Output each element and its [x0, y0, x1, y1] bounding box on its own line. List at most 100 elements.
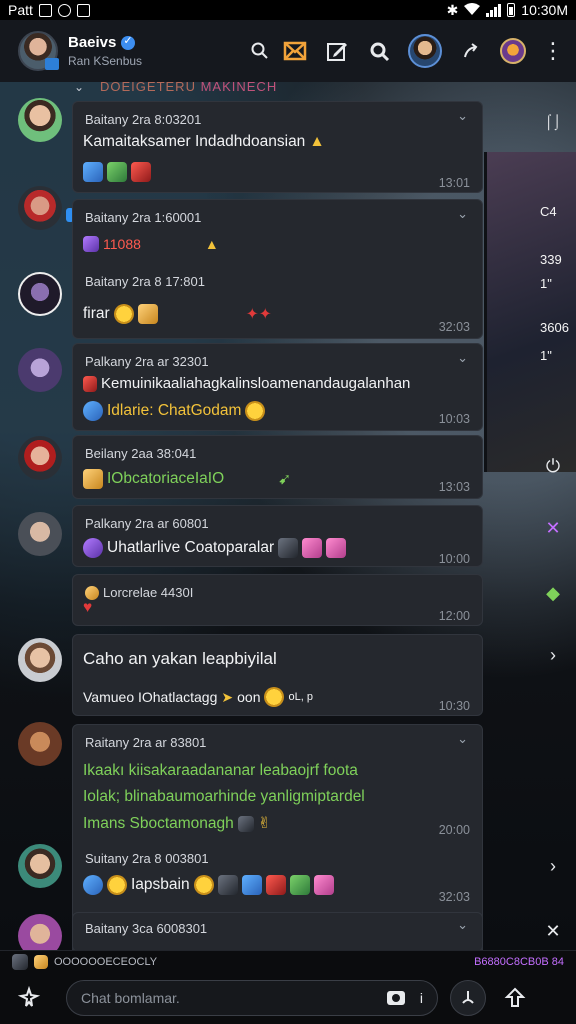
emoji-icon: [264, 687, 285, 707]
message-card[interactable]: Caho an yakan leapbiyilal Vamueo IOhatla…: [72, 634, 483, 716]
message-time: 20:00: [438, 823, 470, 837]
chevron-down-icon[interactable]: ⌄: [457, 206, 468, 222]
shuffle-icon[interactable]: ✕: [542, 517, 564, 539]
message-text: Vamueo IOhatlactagg ➤ oon oL, p: [83, 687, 313, 707]
status-bar: Patt ✱ 10:30M: [0, 0, 576, 20]
panel-label: ⌠⌡: [544, 113, 562, 129]
avatar[interactable]: [18, 272, 62, 316]
user-avatar[interactable]: [408, 34, 442, 68]
chevron-right-icon[interactable]: ›: [542, 855, 564, 877]
banner-text: DOEIGETERU MAKINECH: [100, 82, 277, 94]
avatar[interactable]: [18, 512, 62, 556]
more-options-icon[interactable]: ⋮: [542, 40, 564, 62]
message-text: firar ✦✦: [83, 304, 272, 324]
message-body: Vamueo IOhatlactagg: [83, 689, 218, 705]
settings-icon[interactable]: [366, 38, 392, 64]
coin-icon: [34, 954, 48, 969]
reaction-icon: [237, 815, 254, 832]
avatar[interactable]: [18, 98, 62, 142]
message-time: 12:00: [438, 609, 470, 623]
verified-icon: [121, 34, 136, 50]
sync-icon: [57, 3, 71, 17]
message-time: 13:01: [438, 176, 470, 190]
search-icon[interactable]: [248, 39, 272, 63]
background-monitor: [484, 152, 576, 472]
message-time: 32:03: [438, 320, 470, 334]
avatar[interactable]: [18, 722, 62, 766]
message-text: Iolak; blinabaumoarhinde yanligmiptardel: [83, 788, 365, 805]
message-card[interactable]: Baitany 2ra 8:03201 ⌄ Kamaitaksamer Inda…: [72, 101, 483, 193]
thumbnail-icon: [12, 953, 28, 970]
chevron-right-icon[interactable]: ›: [542, 644, 564, 666]
avatar[interactable]: [18, 844, 62, 888]
game-avatar[interactable]: [500, 38, 526, 64]
info-button[interactable]: i: [420, 990, 423, 1006]
chevron-down-icon[interactable]: ⌄: [457, 350, 468, 366]
avatar[interactable]: [18, 186, 62, 230]
check-icon[interactable]: ◆: [542, 582, 564, 604]
reaction-icon[interactable]: [107, 162, 127, 182]
chevron-down-icon[interactable]: ⌄: [457, 917, 468, 933]
activity-strip: OOOOOOECEOCLY B6880C8CB0B 84: [0, 950, 576, 972]
gem-icon: [302, 538, 323, 558]
message-body: oon: [237, 689, 261, 705]
message-text: ♥: [83, 599, 92, 617]
message-body: Imans Sboctamonagh: [83, 814, 234, 832]
strip-text: OOOOOOECEOCLY: [54, 955, 158, 968]
share-icon[interactable]: [458, 38, 484, 64]
gesture-button[interactable]: [450, 980, 486, 1016]
message-meta-row: Lorcrelae 4430I: [85, 585, 193, 600]
message-meta: Suitany 2ra 8 003801: [85, 851, 209, 866]
chevron-down-icon[interactable]: ⌄: [457, 108, 468, 124]
reaction-icon: [265, 875, 286, 895]
arrow-icon: ➹: [278, 470, 292, 488]
message-text: IObcatoriaceIaIO ➹: [83, 469, 291, 489]
avatar[interactable]: [18, 436, 62, 480]
message-text: 11088 ▲: [83, 236, 219, 252]
add-icon[interactable]: [12, 981, 46, 1015]
header-titles[interactable]: Baeivs Ran KSenbus: [68, 34, 218, 69]
emoji-icon: [137, 304, 158, 324]
arrow-icon: ➤: [221, 688, 234, 705]
avatar[interactable]: [18, 638, 62, 682]
message-card[interactable]: Baitany 3ca 6008301 ⌄: [72, 912, 483, 950]
channel-avatar[interactable]: [18, 31, 59, 71]
message-card[interactable]: Beilany 2aa 38:041 IObcatoriaceIaIO ➹ 13:…: [72, 435, 483, 499]
avatar-mini-icon: [85, 585, 99, 600]
send-icon[interactable]: [498, 981, 532, 1015]
emoji-icon: [193, 875, 214, 895]
message-input-placeholder: Chat bomlamar.: [81, 990, 180, 1006]
message-meta: Beilany 2aa 38:041: [85, 446, 197, 461]
banner-left: DOEIGETERU: [100, 82, 196, 94]
message-time: 10:00: [438, 552, 470, 566]
close-icon[interactable]: ✕: [542, 920, 564, 942]
strip-right-text: B6880C8CB0B 84: [474, 955, 564, 968]
status-badge: [45, 58, 59, 70]
message-input[interactable]: Chat bomlamar. i: [66, 980, 438, 1016]
reaction-icon: [83, 236, 99, 252]
channel-name: Baeivs: [68, 34, 117, 51]
gem-icon: [326, 538, 347, 558]
emoji-icon: [107, 875, 127, 895]
message-meta: Lorcrelae 4430I: [103, 585, 194, 600]
camera-icon[interactable]: [386, 988, 406, 1009]
message-text: Imans Sboctamonagh ✌: [83, 814, 271, 833]
message-text: Iapsbain: [83, 875, 334, 895]
reaction-icon[interactable]: [83, 162, 103, 182]
message-card[interactable]: Palkany 2ra ar 32301 ⌄ Kemuinikaaliahagk…: [72, 343, 483, 431]
mail-icon[interactable]: [282, 38, 308, 64]
message-time: 10:03: [438, 412, 470, 426]
message-card[interactable]: Lorcrelae 4430I ♥ 12:00: [72, 574, 483, 626]
avatar[interactable]: [18, 914, 62, 950]
message-body: Idlarie: ChatGodam: [107, 402, 242, 419]
message-meta: Raitany 2ra ar 83801: [85, 735, 207, 750]
edit-icon[interactable]: [324, 38, 350, 64]
chevron-down-icon[interactable]: ⌄: [457, 731, 468, 747]
message-body: Kemuinikaaliahagkalinsloamenandaugalanha…: [101, 375, 411, 392]
avatar[interactable]: [18, 348, 62, 392]
power-icon[interactable]: ⏻: [542, 455, 564, 477]
reaction-icon[interactable]: [131, 162, 151, 182]
chat-feed[interactable]: DOEIGETERU MAKINECH ⌄ C4 339 1" 3606 1" …: [0, 82, 576, 950]
message-card[interactable]: Palkany 2ra ar 60801 Uhatlarlive Coatopa…: [72, 505, 483, 567]
message-card[interactable]: Baitany 2ra 1:60001 ⌄ 11088 ▲ Baitany 2ra…: [72, 199, 483, 339]
